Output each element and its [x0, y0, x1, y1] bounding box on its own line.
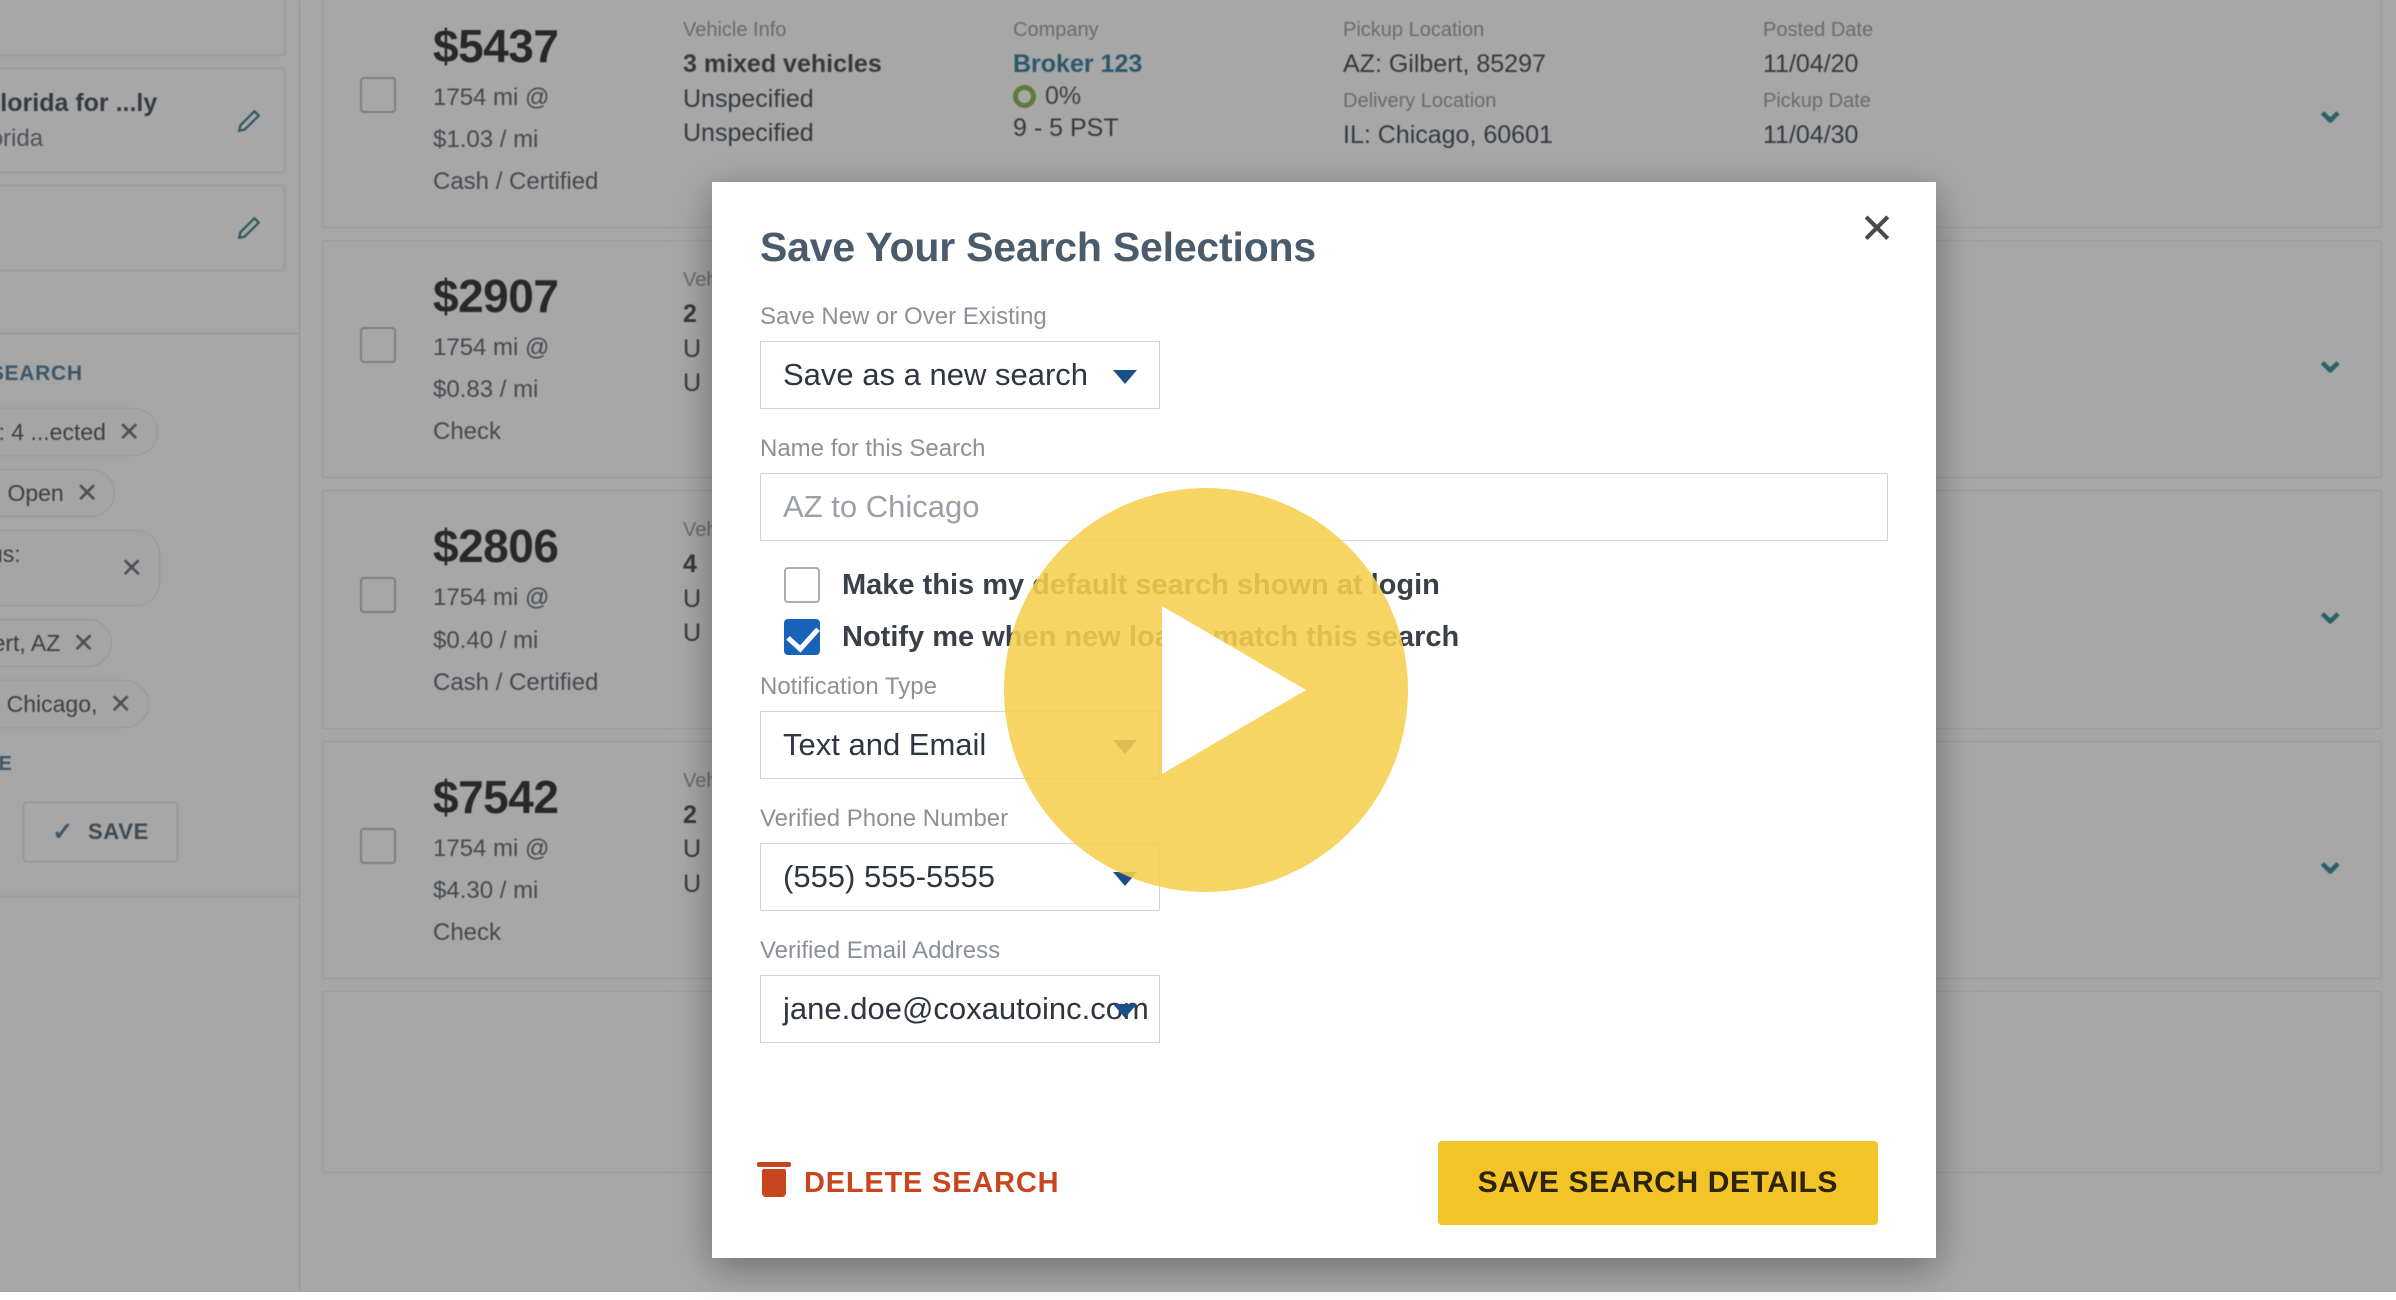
modal-title: Save Your Search Selections: [760, 224, 1888, 271]
email-select[interactable]: jane.doe@coxautoinc.com: [760, 975, 1160, 1043]
trash-icon: [762, 1169, 786, 1197]
search-name-label: Name for this Search: [760, 435, 1888, 463]
close-icon[interactable]: ✕: [1850, 202, 1904, 256]
notify-checkbox[interactable]: [784, 619, 820, 655]
chevron-down-icon: [1113, 370, 1137, 384]
phone-value: (555) 555-5555: [783, 859, 995, 895]
save-search-details-button[interactable]: SAVE SEARCH DETAILS: [1438, 1141, 1878, 1225]
phone-label: Verified Phone Number: [760, 805, 1888, 833]
delete-search-button[interactable]: DELETE SEARCH: [762, 1167, 1059, 1200]
save-mode-select[interactable]: Save as a new search: [760, 341, 1160, 409]
email-value: jane.doe@coxautoinc.com: [783, 991, 1149, 1027]
notification-type-label: Notification Type: [760, 673, 1888, 701]
chevron-down-icon: [1113, 740, 1137, 754]
delete-search-label: DELETE SEARCH: [804, 1167, 1059, 1200]
notification-type-select[interactable]: Text and Email: [760, 711, 1160, 779]
chevron-down-icon: [1113, 872, 1137, 886]
search-name-input[interactable]: AZ to Chicago: [760, 473, 1888, 541]
email-label: Verified Email Address: [760, 937, 1888, 965]
notify-label: Notify me when new loads match this sear…: [842, 621, 1459, 654]
default-search-checkbox-row[interactable]: Make this my default search shown at log…: [784, 567, 1888, 603]
notification-type-value: Text and Email: [783, 727, 986, 763]
notify-checkbox-row[interactable]: Notify me when new loads match this sear…: [784, 619, 1888, 655]
modal-body: Save Your Search Selections Save New or …: [712, 182, 1936, 1043]
default-search-label: Make this my default search shown at log…: [842, 569, 1440, 602]
save-search-details-label: SAVE SEARCH DETAILS: [1478, 1166, 1838, 1199]
default-search-checkbox[interactable]: [784, 567, 820, 603]
phone-select[interactable]: (555) 555-5555: [760, 843, 1160, 911]
save-mode-value: Save as a new search: [783, 357, 1088, 393]
save-search-modal: ✕ Save Your Search Selections Save New o…: [712, 182, 1936, 1258]
modal-actions: DELETE SEARCH SAVE SEARCH DETAILS: [712, 1108, 1936, 1258]
chevron-down-icon: [1113, 1004, 1137, 1018]
save-mode-label: Save New or Over Existing: [760, 303, 1888, 331]
